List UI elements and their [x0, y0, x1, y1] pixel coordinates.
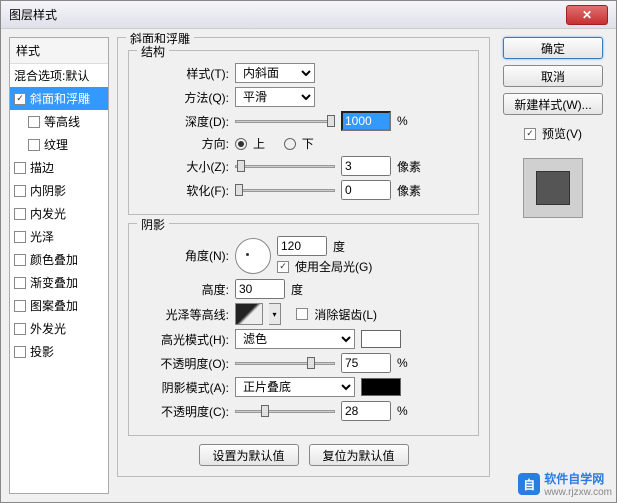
checkbox-icon[interactable]: [14, 208, 26, 220]
shading-title: 阴影: [137, 216, 169, 233]
gloss-contour-picker[interactable]: [235, 303, 263, 325]
window-title: 图层样式: [9, 6, 566, 23]
watermark: 自 软件自学网 www.rjzxw.com: [518, 470, 612, 498]
sidebar-item-stroke[interactable]: 描边: [10, 156, 108, 179]
sidebar-item-blend[interactable]: 混合选项:默认: [10, 64, 108, 87]
global-light-checkbox[interactable]: [277, 261, 289, 273]
titlebar: 图层样式 ✕: [1, 1, 616, 29]
set-default-button[interactable]: 设置为默认值: [199, 444, 299, 466]
sidebar-item-color-overlay[interactable]: 颜色叠加: [10, 248, 108, 271]
direction-down-radio[interactable]: [284, 138, 296, 150]
checkbox-icon[interactable]: [14, 277, 26, 289]
preview-box: [523, 158, 583, 218]
checkbox-icon[interactable]: [14, 93, 26, 105]
structure-group: 结构 样式(T):内斜面 方法(Q):平滑 深度(D):% 方向:上 下 大小(…: [128, 50, 479, 215]
reset-default-button[interactable]: 复位为默认值: [309, 444, 409, 466]
shadow-opacity-input[interactable]: [341, 401, 391, 421]
styles-sidebar: 样式 混合选项:默认 斜面和浮雕 等高线 纹理 描边 内阴影 内发光 光泽 颜色…: [9, 37, 109, 494]
sidebar-item-outer-glow[interactable]: 外发光: [10, 317, 108, 340]
preview-checkbox[interactable]: [524, 128, 536, 140]
checkbox-icon[interactable]: [14, 323, 26, 335]
sidebar-item-gradient-overlay[interactable]: 渐变叠加: [10, 271, 108, 294]
right-buttons: 确定 取消 新建样式(W)... 预览(V): [498, 37, 608, 494]
altitude-input[interactable]: [235, 279, 285, 299]
ok-button[interactable]: 确定: [503, 37, 603, 59]
size-slider[interactable]: [235, 157, 335, 175]
style-select[interactable]: 内斜面: [235, 63, 315, 83]
antialias-checkbox[interactable]: [296, 308, 308, 320]
structure-title: 结构: [137, 43, 169, 60]
preview-swatch: [536, 171, 570, 205]
technique-select[interactable]: 平滑: [235, 87, 315, 107]
new-style-button[interactable]: 新建样式(W)...: [503, 93, 603, 115]
sidebar-item-texture[interactable]: 纹理: [10, 133, 108, 156]
sidebar-item-drop-shadow[interactable]: 投影: [10, 340, 108, 363]
sidebar-item-inner-shadow[interactable]: 内阴影: [10, 179, 108, 202]
sidebar-item-satin[interactable]: 光泽: [10, 225, 108, 248]
sidebar-item-bevel[interactable]: 斜面和浮雕: [10, 87, 108, 110]
soften-input[interactable]: [341, 180, 391, 200]
angle-wheel[interactable]: [235, 238, 271, 274]
checkbox-icon[interactable]: [14, 300, 26, 312]
highlight-opacity-slider[interactable]: [235, 354, 335, 372]
checkbox-icon[interactable]: [14, 231, 26, 243]
size-input[interactable]: [341, 156, 391, 176]
chevron-down-icon[interactable]: ▾: [269, 303, 281, 325]
sidebar-item-inner-glow[interactable]: 内发光: [10, 202, 108, 225]
depth-input[interactable]: [341, 111, 391, 131]
checkbox-icon[interactable]: [14, 346, 26, 358]
shading-group: 阴影 角度(N): 度 使用全局光(G) 高度:度 光泽等高线:▾ 消除锯齿(L…: [128, 223, 479, 436]
direction-up-radio[interactable]: [235, 138, 247, 150]
bevel-group: 斜面和浮雕 结构 样式(T):内斜面 方法(Q):平滑 深度(D):% 方向:上…: [117, 37, 490, 477]
cancel-button[interactable]: 取消: [503, 65, 603, 87]
depth-slider[interactable]: [235, 112, 335, 130]
sidebar-item-pattern-overlay[interactable]: 图案叠加: [10, 294, 108, 317]
watermark-badge: 自: [518, 473, 540, 495]
highlight-opacity-input[interactable]: [341, 353, 391, 373]
soften-slider[interactable]: [235, 181, 335, 199]
highlight-color-swatch[interactable]: [361, 330, 401, 348]
checkbox-icon[interactable]: [28, 139, 40, 151]
checkbox-icon[interactable]: [14, 254, 26, 266]
shadow-mode-select[interactable]: 正片叠底: [235, 377, 355, 397]
layer-style-dialog: 图层样式 ✕ 样式 混合选项:默认 斜面和浮雕 等高线 纹理 描边 内阴影 内发…: [0, 0, 617, 503]
main-panel: 斜面和浮雕 结构 样式(T):内斜面 方法(Q):平滑 深度(D):% 方向:上…: [117, 37, 490, 494]
close-button[interactable]: ✕: [566, 5, 608, 25]
shadow-opacity-slider[interactable]: [235, 402, 335, 420]
checkbox-icon[interactable]: [28, 116, 40, 128]
checkbox-icon[interactable]: [14, 185, 26, 197]
angle-input[interactable]: [277, 236, 327, 256]
sidebar-item-contour[interactable]: 等高线: [10, 110, 108, 133]
highlight-mode-select[interactable]: 滤色: [235, 329, 355, 349]
shadow-color-swatch[interactable]: [361, 378, 401, 396]
close-icon: ✕: [582, 8, 592, 22]
checkbox-icon[interactable]: [14, 162, 26, 174]
sidebar-header: 样式: [10, 38, 108, 64]
